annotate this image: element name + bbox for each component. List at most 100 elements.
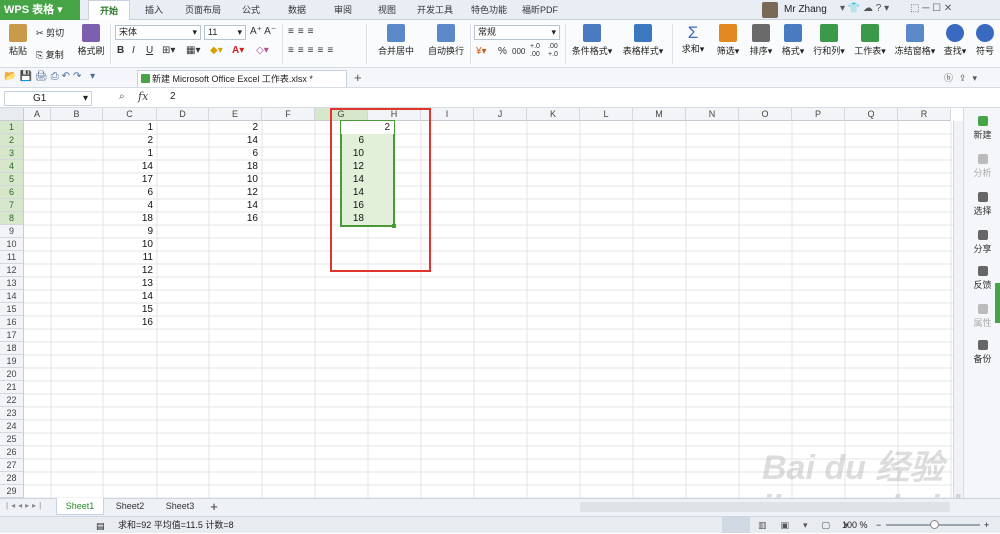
vertical-align-buttons[interactable]: ≡≡≡ — [288, 26, 318, 37]
side-backup[interactable]: 备份 — [964, 340, 1000, 365]
tab-pdf[interactable]: 福昕PDF — [518, 0, 562, 20]
user-name[interactable]: Mr Zhang — [784, 0, 827, 20]
bold-button[interactable]: B — [117, 45, 124, 56]
app-menu-button[interactable]: WPS 表格 ▾ — [0, 0, 80, 20]
sort-button[interactable]: 排序▾ — [746, 24, 776, 57]
tab-developer[interactable]: 开发工具 — [412, 0, 458, 20]
row-header-27[interactable]: 27 — [0, 459, 24, 472]
select-all-corner[interactable] — [0, 108, 24, 121]
percent-button[interactable]: % — [498, 46, 507, 57]
tab-home[interactable]: 开始 — [88, 0, 130, 20]
symbol-button[interactable]: 符号 — [972, 24, 998, 57]
zoom-in-button[interactable]: + — [984, 517, 989, 533]
table-style-button[interactable]: 表格样式▾ — [618, 24, 668, 57]
paste-button[interactable]: 粘贴 — [4, 24, 32, 57]
tab-formulas[interactable]: 公式 — [234, 0, 268, 20]
row-header-24[interactable]: 24 — [0, 420, 24, 433]
horizontal-scrollbar[interactable] — [580, 502, 950, 512]
cell-E4[interactable]: 18 — [209, 160, 262, 173]
row-header-26[interactable]: 26 — [0, 446, 24, 459]
fill-format-button[interactable]: ▦▾ — [186, 45, 200, 56]
cell-E3[interactable]: 6 — [209, 147, 262, 160]
row-header-25[interactable]: 25 — [0, 433, 24, 446]
cell-C16[interactable]: 16 — [103, 316, 157, 329]
row-header-16[interactable]: 16 — [0, 316, 24, 329]
sheet-nav-arrows[interactable]: |◂◂▸▸| — [6, 501, 44, 510]
side-panel-collapse-handle[interactable] — [995, 283, 1000, 323]
column-header-O[interactable]: O — [739, 108, 792, 121]
normal-view-button[interactable] — [722, 517, 750, 533]
worksheet-button[interactable]: 工作表▾ — [850, 24, 890, 57]
clear-format-button[interactable]: ◇▾ — [256, 45, 269, 56]
cut-button[interactable]: ✂ 剪切 — [36, 26, 76, 39]
column-header-E[interactable]: E — [209, 108, 262, 121]
increase-decimal-button[interactable]: +.0 .00 — [530, 43, 546, 59]
zoom-out-button[interactable]: − — [876, 517, 881, 533]
formula-input[interactable]: 2 — [170, 91, 176, 102]
row-header-10[interactable]: 10 — [0, 238, 24, 251]
cell-C4[interactable]: 14 — [103, 160, 157, 173]
cell-C8[interactable]: 18 — [103, 212, 157, 225]
zoom-slider-thumb[interactable] — [930, 520, 939, 529]
conditional-format-button[interactable]: 条件格式▾ — [568, 24, 616, 57]
right-tool-icons[interactable]: ⓑ⇪▾ — [944, 71, 983, 84]
row-header-19[interactable]: 19 — [0, 355, 24, 368]
cell-E6[interactable]: 12 — [209, 186, 262, 199]
tab-view[interactable]: 视图 — [370, 0, 404, 20]
cell-C3[interactable]: 1 — [103, 147, 157, 160]
sheet-tab-2[interactable]: Sheet2 — [106, 498, 154, 515]
tab-review[interactable]: 审阅 — [326, 0, 360, 20]
italic-button[interactable]: I — [132, 45, 135, 56]
title-bar-icons[interactable]: ▾ 👕 ☁ ? ▾ — [840, 3, 889, 14]
window-controls[interactable]: ⬚ ─ ☐ ✕ — [910, 3, 952, 14]
quick-access-icons[interactable]: 📂💾🖨⎙↶↷ ▾ — [4, 71, 98, 82]
freeze-panes-button[interactable]: 冻结窗格▾ — [892, 24, 938, 57]
cell-C9[interactable]: 9 — [103, 225, 157, 238]
tab-data[interactable]: 数据 — [280, 0, 314, 20]
row-header-22[interactable]: 22 — [0, 394, 24, 407]
row-header-14[interactable]: 14 — [0, 290, 24, 303]
column-header-R[interactable]: R — [898, 108, 951, 121]
font-grow-shrink-buttons[interactable]: A⁺ A⁻ — [250, 26, 276, 37]
border-button[interactable]: ⊞▾ — [162, 45, 175, 56]
sheet-tab-3[interactable]: Sheet3 — [156, 498, 204, 515]
cell-E8[interactable]: 16 — [209, 212, 262, 225]
side-new[interactable]: 新建 — [964, 116, 1000, 141]
row-header-17[interactable]: 17 — [0, 329, 24, 342]
format-button[interactable]: 格式▾ — [778, 24, 808, 57]
row-header-23[interactable]: 23 — [0, 407, 24, 420]
cell-C2[interactable]: 2 — [103, 134, 157, 147]
rows-cols-button[interactable]: 行和列▾ — [810, 24, 848, 57]
row-header-13[interactable]: 13 — [0, 277, 24, 290]
sum-button[interactable]: Σ 求和▾ — [678, 24, 708, 55]
format-painter-button[interactable]: 格式刷 — [76, 24, 106, 57]
copy-button[interactable]: ⎘ 复制 — [36, 48, 76, 61]
cell-C13[interactable]: 13 — [103, 277, 157, 290]
column-header-K[interactable]: K — [527, 108, 580, 121]
row-header-29[interactable]: 29 — [0, 485, 24, 498]
column-header-B[interactable]: B — [51, 108, 103, 121]
zoom-magnifier-icon[interactable]: ⌕ — [119, 91, 125, 102]
row-header-6[interactable]: 6 — [0, 186, 24, 199]
cell-C1[interactable]: 1 — [103, 121, 157, 134]
row-header-21[interactable]: 21 — [0, 381, 24, 394]
row-header-20[interactable]: 20 — [0, 368, 24, 381]
column-header-D[interactable]: D — [157, 108, 209, 121]
row-header-15[interactable]: 15 — [0, 303, 24, 316]
tab-features[interactable]: 特色功能 — [464, 0, 514, 20]
font-size-select[interactable]: 11 ▾ — [204, 25, 246, 40]
fill-color-button[interactable]: ◆▾ — [210, 45, 223, 56]
column-header-N[interactable]: N — [686, 108, 739, 121]
row-header-28[interactable]: 28 — [0, 472, 24, 485]
row-header-2[interactable]: 2 — [0, 134, 24, 147]
fx-button[interactable]: fx — [138, 90, 148, 103]
row-header-4[interactable]: 4 — [0, 160, 24, 173]
row-header-7[interactable]: 7 — [0, 199, 24, 212]
filter-button[interactable]: 筛选▾ — [712, 24, 744, 57]
side-share[interactable]: 分享 — [964, 230, 1000, 255]
cell-C15[interactable]: 15 — [103, 303, 157, 316]
avatar[interactable] — [762, 2, 778, 18]
column-header-P[interactable]: P — [792, 108, 845, 121]
thousands-button[interactable]: 000 — [512, 47, 525, 56]
number-format-select[interactable]: 常规 ▾ — [474, 25, 560, 40]
